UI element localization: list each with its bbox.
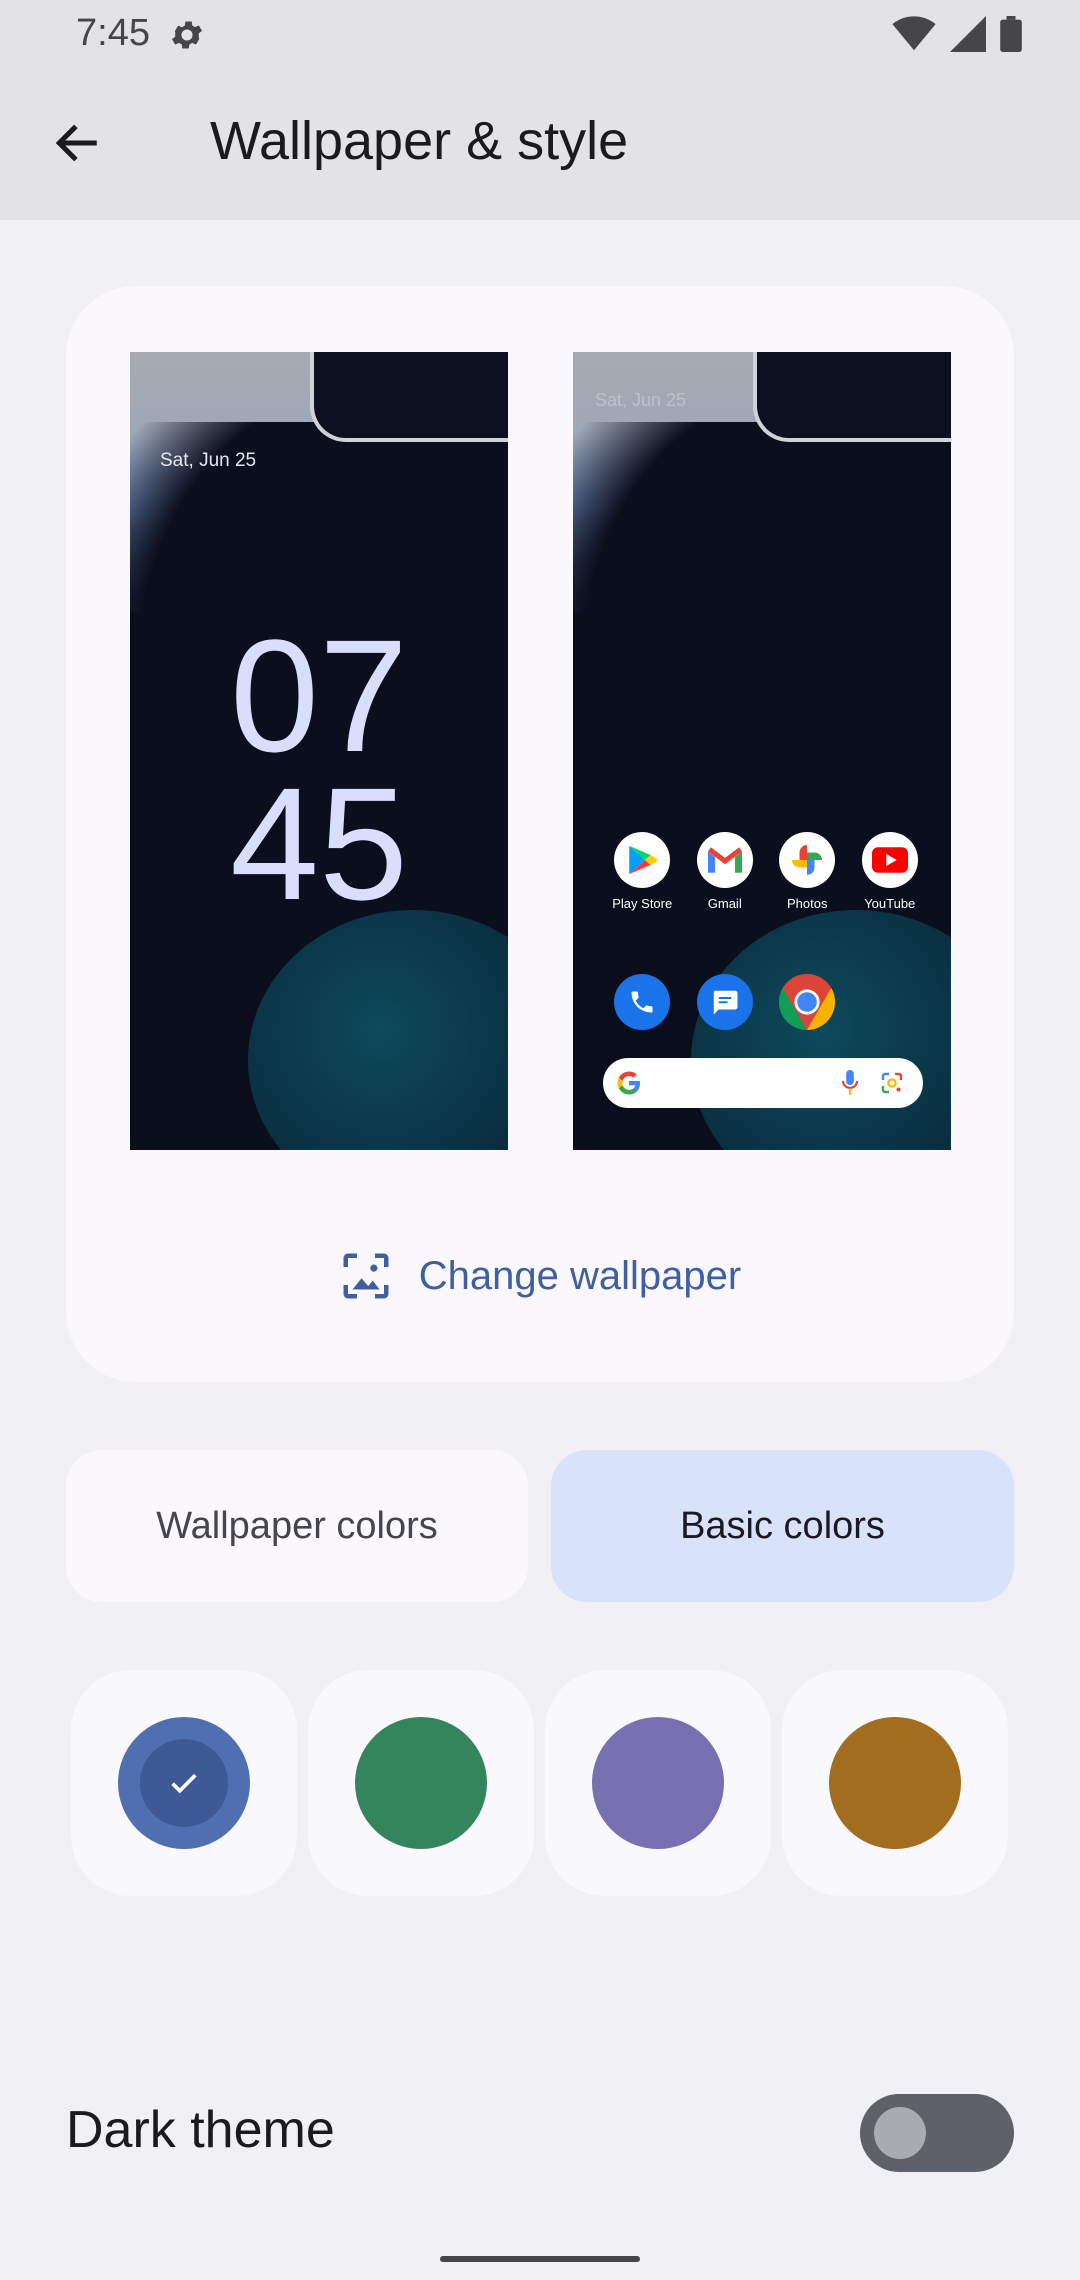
change-wallpaper-label: Change wallpaper bbox=[418, 1253, 742, 1298]
app-row: Play Store Gmail Photos YouTube bbox=[601, 832, 931, 911]
color-swatch-green[interactable] bbox=[308, 1670, 534, 1896]
lock-clock-hour: 07 bbox=[230, 606, 408, 785]
color-swatch-blue[interactable] bbox=[71, 1670, 297, 1896]
youtube-icon bbox=[861, 832, 918, 888]
page-title: Wallpaper & style bbox=[210, 111, 629, 171]
tab-wallpaper-colors[interactable]: Wallpaper colors bbox=[66, 1450, 528, 1602]
color-swatch-purple[interactable] bbox=[545, 1670, 771, 1896]
toggle-knob bbox=[874, 2107, 926, 2159]
google-search-bar bbox=[603, 1058, 923, 1108]
app-gmail: Gmail bbox=[684, 832, 767, 911]
settings-gear-icon bbox=[171, 21, 203, 49]
swatch-dot bbox=[592, 1717, 724, 1849]
home-screen-preview[interactable]: Sat, Jun 25 Play Store Gmail Photos YouT… bbox=[573, 352, 951, 1150]
top-bar: 7:45 Wallpaper & style bbox=[0, 0, 1080, 220]
app-label: Photos bbox=[787, 896, 828, 911]
check-icon bbox=[171, 1773, 197, 1794]
wallpaper-frame bbox=[310, 352, 508, 442]
lens-icon bbox=[881, 1072, 903, 1094]
swatch-dot bbox=[118, 1717, 250, 1849]
app-play-store: Play Store bbox=[601, 832, 684, 911]
gmail-icon bbox=[696, 832, 753, 888]
photos-icon bbox=[779, 832, 836, 888]
phone-icon bbox=[614, 974, 671, 1030]
app-label: Gmail bbox=[707, 896, 742, 911]
wallpaper-frame bbox=[753, 352, 951, 442]
dark-theme-toggle[interactable] bbox=[860, 2094, 1014, 2172]
app-chrome bbox=[766, 974, 849, 1030]
app-label: Play Store bbox=[612, 896, 673, 911]
wallpaper-preview-card: Sat, Jun 25 07 45 Sat, Jun 25 Play Store bbox=[66, 286, 1014, 1382]
color-swatch-amber[interactable] bbox=[782, 1670, 1008, 1896]
status-icons bbox=[892, 16, 1022, 52]
app-label: YouTube bbox=[864, 896, 916, 911]
status-time: 7:45 bbox=[76, 12, 150, 54]
tab-label: Wallpaper colors bbox=[156, 1504, 438, 1547]
battery-icon bbox=[1000, 16, 1022, 52]
mic-icon bbox=[841, 1070, 859, 1095]
change-wallpaper-button[interactable]: Change wallpaper bbox=[66, 1236, 1014, 1316]
swatch-dot bbox=[355, 1717, 487, 1849]
lock-clock-minute: 45 bbox=[230, 754, 408, 933]
play-store-icon bbox=[614, 832, 671, 888]
app-photos: Photos bbox=[766, 832, 849, 911]
screen: 7:45 Wallpaper & style Sat, Jun 25 07 45 bbox=[0, 0, 1080, 2280]
messages-icon bbox=[696, 974, 753, 1030]
lock-screen-preview[interactable]: Sat, Jun 25 07 45 bbox=[130, 352, 508, 1150]
tab-basic-colors[interactable]: Basic colors bbox=[551, 1450, 1014, 1602]
dock-row bbox=[601, 974, 931, 1030]
dark-theme-label: Dark theme bbox=[66, 2101, 335, 2159]
app-phone bbox=[601, 974, 684, 1030]
app-youtube: YouTube bbox=[849, 832, 932, 911]
home-date: Sat, Jun 25 bbox=[595, 390, 687, 410]
gesture-nav-handle[interactable] bbox=[440, 2256, 640, 2262]
google-g-icon bbox=[617, 1071, 640, 1095]
app-messages bbox=[684, 974, 767, 1030]
chrome-icon bbox=[779, 974, 836, 1030]
wallpaper-picker-icon bbox=[343, 1253, 389, 1299]
tab-label: Basic colors bbox=[680, 1504, 885, 1547]
swatch-selected-ring bbox=[140, 1739, 228, 1827]
wifi-icon bbox=[892, 16, 936, 51]
back-arrow-icon bbox=[55, 124, 97, 162]
signal-icon bbox=[950, 16, 986, 52]
swatch-dot bbox=[829, 1717, 961, 1849]
back-button[interactable] bbox=[40, 105, 116, 181]
lock-date: Sat, Jun 25 bbox=[160, 450, 257, 471]
